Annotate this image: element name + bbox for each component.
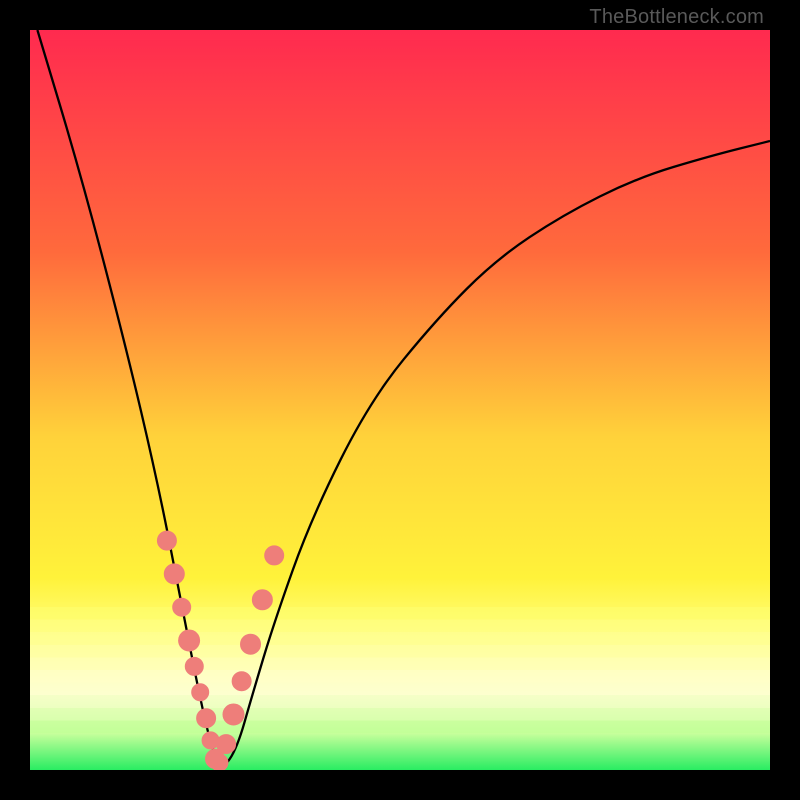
curve-marker xyxy=(179,630,200,651)
curve-marker xyxy=(192,684,209,701)
curve-marker xyxy=(232,672,251,691)
curve-marker xyxy=(241,634,261,654)
curve-marker xyxy=(252,590,272,610)
curve-marker xyxy=(197,709,216,728)
curve-marker xyxy=(211,754,228,770)
watermark-text: TheBottleneck.com xyxy=(589,6,764,29)
curve-marker xyxy=(223,704,244,725)
chart-frame xyxy=(30,30,770,770)
curve-marker xyxy=(173,598,191,616)
curve-marker xyxy=(157,531,176,550)
curve-marker xyxy=(185,657,203,675)
curve-marker xyxy=(164,564,184,584)
curve-marker xyxy=(217,735,236,754)
curve-marker xyxy=(265,546,284,565)
chart-overlay xyxy=(30,30,770,770)
bottleneck-curve xyxy=(37,30,770,764)
